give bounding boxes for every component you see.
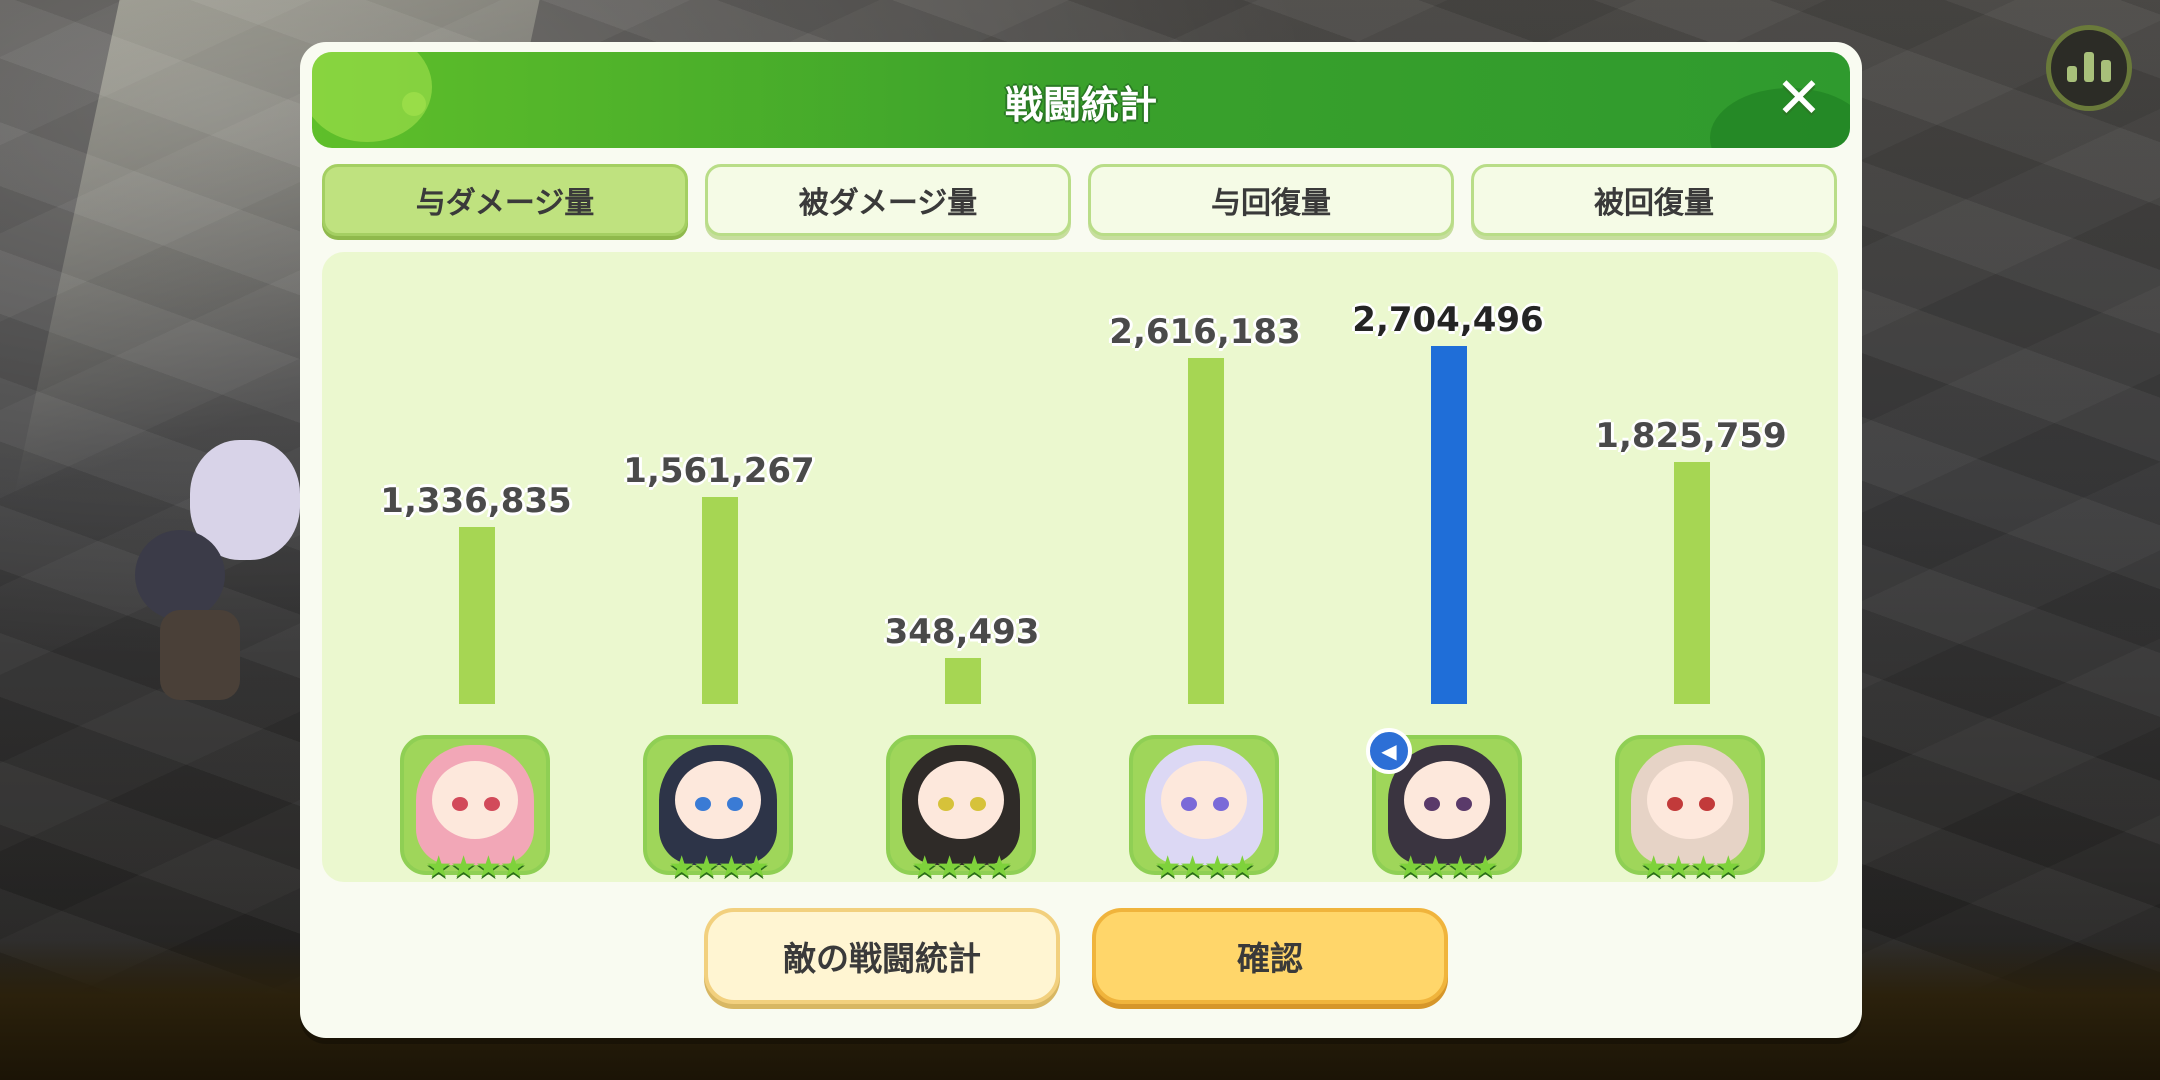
tab-damage-dealt[interactable]: 与ダメージ量 — [322, 164, 688, 236]
star-rating-icon: ★★★★ — [911, 850, 1013, 885]
damage-bar — [1188, 358, 1224, 704]
star-rating-icon: ★★★★ — [1640, 850, 1742, 885]
tab-healing-done[interactable]: 与回復量 — [1088, 164, 1454, 236]
character-eye — [1213, 797, 1229, 811]
character-eye — [970, 797, 986, 811]
dialog-title: 戦闘統計 — [1004, 83, 1157, 127]
character-eye — [1456, 797, 1472, 811]
tab-healing-received[interactable]: 被回復量 — [1471, 164, 1837, 236]
damage-value-label: 1,336,835 — [380, 481, 572, 521]
stats-tabs: 与ダメージ量 被ダメージ量 与回復量 被回復量 — [322, 164, 1840, 236]
battle-stats-icon-button[interactable] — [2046, 25, 2132, 111]
chart-column: 1,336,835 ★★★★ — [376, 252, 576, 885]
character-eye — [1667, 797, 1683, 811]
mvp-badge-icon: ◀ — [1366, 728, 1412, 774]
chart-column: 1,561,267 ★★★★ — [619, 252, 819, 885]
character-face — [918, 761, 1004, 839]
chart-column: 348,493 ★★★★ — [862, 252, 1062, 885]
tab-damage-taken[interactable]: 被ダメージ量 — [705, 164, 1071, 236]
damage-value-label: 348,493 — [884, 612, 1040, 652]
character-eye — [1699, 797, 1715, 811]
damage-bar — [945, 658, 981, 704]
damage-bar — [1674, 462, 1710, 704]
battle-stats-dialog: 戦闘統計 ✕ 与ダメージ量 被ダメージ量 与回復量 被回復量 1,336,835… — [300, 42, 1862, 1038]
damage-value-label: 2,616,183 — [1109, 312, 1301, 352]
damage-bar — [459, 527, 495, 704]
background-characters — [130, 400, 300, 700]
character-face — [1161, 761, 1247, 839]
star-rating-icon: ★★★★ — [1397, 850, 1499, 885]
confirm-button[interactable]: 確認 — [1092, 908, 1448, 1004]
chart-column: 2,704,496 ◀ ★★★★ — [1348, 252, 1548, 885]
damage-bar — [1431, 346, 1467, 704]
damage-value-label: 1,825,759 — [1595, 416, 1787, 456]
star-rating-icon: ★★★★ — [425, 850, 527, 885]
character-eye — [1424, 797, 1440, 811]
character-face — [675, 761, 761, 839]
character-face — [1404, 761, 1490, 839]
star-rating-icon: ★★★★ — [668, 850, 770, 885]
character-eye — [727, 797, 743, 811]
dialog-header: 戦闘統計 ✕ — [312, 52, 1850, 148]
character-eye — [452, 797, 468, 811]
character-eye — [695, 797, 711, 811]
damage-value-label: 1,561,267 — [623, 451, 815, 491]
damage-value-label: 2,704,496 — [1352, 300, 1544, 340]
character-eye — [938, 797, 954, 811]
chart-column: 1,825,759 ★★★★ — [1591, 252, 1791, 885]
damage-chart: 1,336,835 ★★★★ 1,561,267 ★★★★ 348,493 ★★★★ 2,6… — [322, 252, 1838, 885]
character-eye — [484, 797, 500, 811]
character-face — [432, 761, 518, 839]
star-rating-icon: ★★★★ — [1154, 850, 1256, 885]
enemy-stats-button[interactable]: 敵の戦闘統計 — [704, 908, 1060, 1004]
character-eye — [1181, 797, 1197, 811]
chart-column: 2,616,183 ★★★★ — [1105, 252, 1305, 885]
close-icon[interactable]: ✕ — [1770, 70, 1828, 128]
character-face — [1647, 761, 1733, 839]
damage-bar — [702, 497, 738, 704]
